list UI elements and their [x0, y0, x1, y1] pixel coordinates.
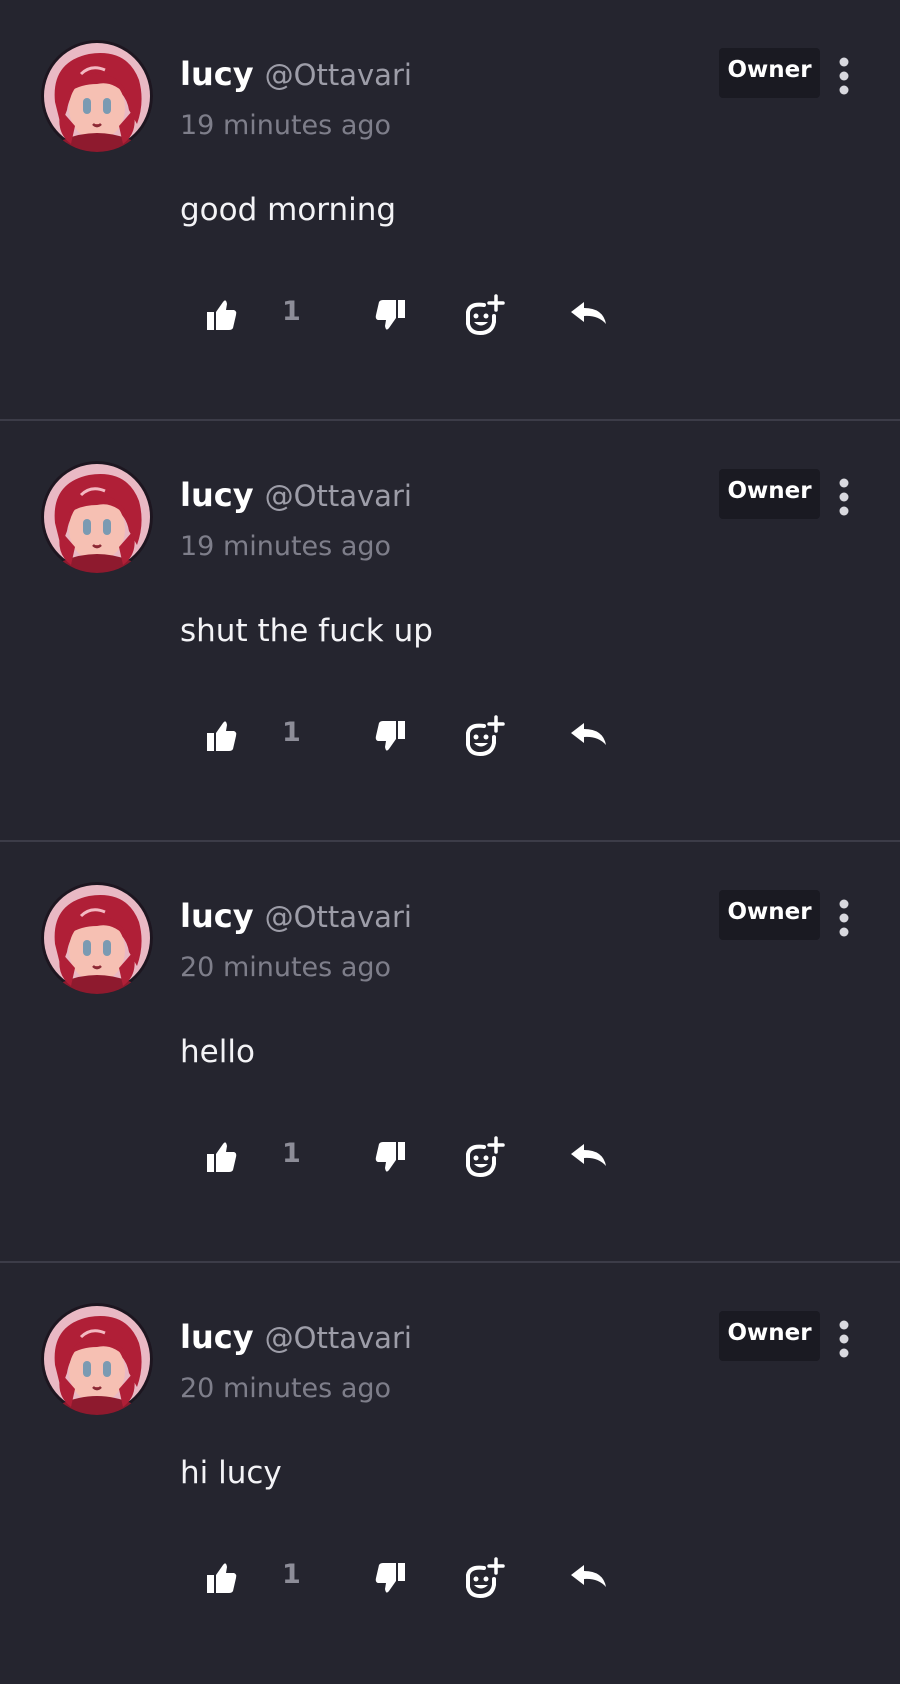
reply-button[interactable]: [568, 711, 610, 761]
comment-item: lucy @Ottavari 19 minutes ago Owner shut…: [0, 421, 900, 842]
thumbs-down-icon: [375, 1563, 405, 1593]
thumbs-down-icon: [375, 721, 405, 751]
comment-actions: 1: [0, 1132, 900, 1182]
add-reaction-button[interactable]: [460, 1553, 506, 1603]
more-options-button[interactable]: [830, 1317, 858, 1361]
comment-text: hi lucy: [180, 1455, 282, 1491]
vertical-ellipsis-icon: [839, 1320, 849, 1358]
user-handle[interactable]: @Ottavari: [265, 1321, 412, 1355]
thumbs-up-icon: [207, 1563, 237, 1593]
timestamp[interactable]: 20 minutes ago: [180, 1369, 391, 1409]
more-options-button[interactable]: [830, 896, 858, 940]
avatar[interactable]: [41, 882, 153, 994]
thumbs-up-icon: [207, 300, 237, 330]
avatar-image: [41, 40, 153, 152]
thumbs-down-icon: [375, 300, 405, 330]
avatar-image: [41, 1303, 153, 1415]
add-reaction-button[interactable]: [460, 290, 506, 340]
add-reaction-button[interactable]: [460, 711, 506, 761]
username[interactable]: lucy: [180, 476, 254, 514]
thumbs-up-icon: [207, 1142, 237, 1172]
reply-button[interactable]: [568, 1132, 610, 1182]
timestamp[interactable]: 19 minutes ago: [180, 106, 391, 146]
dislike-button[interactable]: [371, 1132, 411, 1182]
like-count: 1: [282, 1559, 301, 1590]
timestamp[interactable]: 20 minutes ago: [180, 948, 391, 988]
comment-actions: 1: [0, 1553, 900, 1603]
vertical-ellipsis-icon: [839, 899, 849, 937]
dislike-button[interactable]: [371, 711, 411, 761]
more-options-button[interactable]: [830, 475, 858, 519]
comment-text: hello: [180, 1034, 255, 1070]
user-handle[interactable]: @Ottavari: [265, 900, 412, 934]
avatar-image: [41, 882, 153, 994]
timestamp[interactable]: 19 minutes ago: [180, 527, 391, 567]
comment-actions: 1: [0, 290, 900, 340]
dislike-button[interactable]: [371, 1553, 411, 1603]
username[interactable]: lucy: [180, 55, 254, 93]
username[interactable]: lucy: [180, 1318, 254, 1356]
owner-badge: Owner: [719, 890, 820, 940]
like-count: 1: [282, 717, 301, 748]
like-count: 1: [282, 1138, 301, 1169]
owner-badge: Owner: [719, 48, 820, 98]
user-handle[interactable]: @Ottavari: [265, 479, 412, 513]
user-handle[interactable]: @Ottavari: [265, 58, 412, 92]
reply-icon: [571, 302, 606, 324]
more-options-button[interactable]: [830, 54, 858, 98]
add-reaction-icon: [466, 294, 505, 336]
comment-header: lucy @Ottavari: [180, 1315, 412, 1365]
add-reaction-button[interactable]: [460, 1132, 506, 1182]
reply-button[interactable]: [568, 290, 610, 340]
thumbs-down-icon: [375, 1142, 405, 1172]
like-button[interactable]: [201, 1132, 241, 1182]
reply-button[interactable]: [568, 1553, 610, 1603]
add-reaction-icon: [466, 1557, 505, 1599]
like-button[interactable]: [201, 290, 241, 340]
comment-actions: 1: [0, 711, 900, 761]
comment-text: shut the fuck up: [180, 613, 433, 649]
comment-text: good morning: [180, 192, 397, 228]
comment-header: lucy @Ottavari: [180, 894, 412, 944]
username[interactable]: lucy: [180, 897, 254, 935]
avatar-image: [41, 461, 153, 573]
avatar[interactable]: [41, 40, 153, 152]
thumbs-up-icon: [207, 721, 237, 751]
owner-badge: Owner: [719, 1311, 820, 1361]
add-reaction-icon: [466, 1136, 505, 1178]
dislike-button[interactable]: [371, 290, 411, 340]
comment-header: lucy @Ottavari: [180, 52, 412, 102]
like-count: 1: [282, 296, 301, 327]
reply-icon: [571, 1144, 606, 1166]
comment-feed: lucy @Ottavari 19 minutes ago Owner good…: [0, 0, 900, 1684]
avatar[interactable]: [41, 1303, 153, 1415]
like-button[interactable]: [201, 711, 241, 761]
add-reaction-icon: [466, 715, 505, 757]
vertical-ellipsis-icon: [839, 57, 849, 95]
vertical-ellipsis-icon: [839, 478, 849, 516]
comment-header: lucy @Ottavari: [180, 473, 412, 523]
owner-badge: Owner: [719, 469, 820, 519]
comment-item: lucy @Ottavari 19 minutes ago Owner good…: [0, 0, 900, 421]
like-button[interactable]: [201, 1553, 241, 1603]
reply-icon: [571, 723, 606, 745]
reply-icon: [571, 1565, 606, 1587]
avatar[interactable]: [41, 461, 153, 573]
comment-item: lucy @Ottavari 20 minutes ago Owner hell…: [0, 842, 900, 1263]
comment-item: lucy @Ottavari 20 minutes ago Owner hi l…: [0, 1263, 900, 1684]
